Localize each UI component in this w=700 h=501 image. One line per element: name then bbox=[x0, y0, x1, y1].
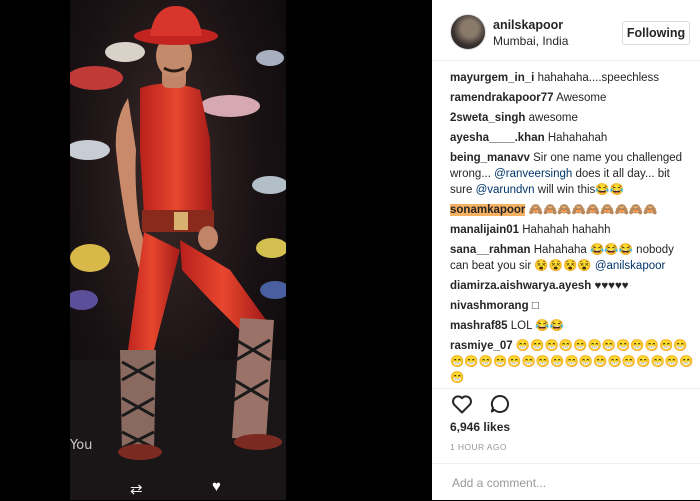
comment-input[interactable] bbox=[450, 473, 684, 493]
comment-text: 🙈🙈🙈🙈🙈🙈🙈🙈🙈 bbox=[528, 204, 658, 216]
comment-text: LOL 😂😂 bbox=[510, 320, 564, 332]
comment-row: mayurgem_in_i hahahaha....speechless bbox=[450, 70, 695, 86]
comment-row: mashraf85 LOL 😂😂 bbox=[450, 318, 695, 334]
post-timestamp[interactable]: 1 HOUR AGO bbox=[450, 442, 507, 452]
comment-text: will win this😂😂 bbox=[534, 184, 624, 196]
comment-username[interactable]: being_manavv bbox=[450, 152, 530, 164]
comment-text: Hahahahah bbox=[547, 132, 608, 144]
comment-username[interactable]: rasmiye_07 bbox=[450, 340, 513, 352]
comment-text: □ bbox=[531, 300, 539, 312]
comments-list: mayurgem_in_i hahahaha....speechless rame… bbox=[450, 70, 695, 390]
repost-icon[interactable]: ⇄ bbox=[130, 480, 143, 498]
mention-link[interactable]: @ranveersingh bbox=[494, 168, 572, 180]
post-header: anilskapoor Mumbai, India Following bbox=[432, 0, 700, 61]
header-username[interactable]: anilskapoor bbox=[493, 18, 563, 32]
divider bbox=[432, 388, 700, 389]
photo-overlay-text: You bbox=[70, 438, 93, 453]
comment-username[interactable]: diamirza.aishwarya.ayesh bbox=[450, 280, 591, 292]
comment-username[interactable]: nivashmorang bbox=[450, 300, 529, 312]
comment-username[interactable]: mayurgem_in_i bbox=[450, 72, 534, 84]
comment-row: being_manavv Sir one name you challenged… bbox=[450, 150, 695, 198]
comment-text: awesome bbox=[528, 112, 578, 124]
comment-row: sonamkapoor 🙈🙈🙈🙈🙈🙈🙈🙈🙈 bbox=[450, 202, 695, 218]
comment-text: Hahahah hahahh bbox=[522, 224, 611, 236]
comment-text: hahahaha....speechless bbox=[537, 72, 660, 84]
comment-username[interactable]: mashraf85 bbox=[450, 320, 508, 332]
speech-bubble-icon[interactable] bbox=[488, 392, 512, 416]
comment-username[interactable]: ayesha____.khan bbox=[450, 132, 545, 144]
avatar[interactable] bbox=[450, 14, 486, 50]
comment-username[interactable]: ramendrakapoor77 bbox=[450, 92, 554, 104]
comment-text: ♥♥♥♥♥ bbox=[594, 280, 629, 292]
comment-username[interactable]: manalijain01 bbox=[450, 224, 519, 236]
photo-illustration bbox=[70, 0, 286, 500]
post-photo[interactable]: You ⇄ ♥ bbox=[70, 0, 286, 500]
mention-link[interactable]: @anilskapoor bbox=[595, 260, 666, 272]
comment-row: rasmiye_07 😁😁😁😁😁😁😁😁😁😁😁😁😁😁😁😁😁😁😁😁😁😁😁😁😁😁😁😁😁… bbox=[450, 338, 695, 386]
comment-row: diamirza.aishwarya.ayesh ♥♥♥♥♥ bbox=[450, 278, 695, 294]
comment-text: Awesome bbox=[556, 92, 607, 104]
comment-row: ayesha____.khan Hahahahah bbox=[450, 130, 695, 146]
header-location[interactable]: Mumbai, India bbox=[493, 34, 568, 48]
following-button[interactable]: Following bbox=[622, 21, 690, 45]
mention-link[interactable]: @varundvn bbox=[476, 184, 535, 196]
comment-row: nivashmorang □ bbox=[450, 298, 695, 314]
action-bar bbox=[450, 392, 522, 416]
heart-overlay-icon[interactable]: ♥ bbox=[212, 478, 221, 495]
comment-row: manalijain01 Hahahah hahahh bbox=[450, 222, 695, 238]
heart-outline-icon[interactable] bbox=[450, 392, 474, 416]
comment-row: 2sweta_singh awesome bbox=[450, 110, 695, 126]
comment-bar bbox=[432, 463, 700, 501]
comment-row: ramendrakapoor77 Awesome bbox=[450, 90, 695, 106]
post-sidebar: anilskapoor Mumbai, India Following mayu… bbox=[432, 0, 700, 500]
comment-username[interactable]: sonamkapoor bbox=[450, 204, 526, 216]
comment-row: sana__rahman Hahahaha 😂😂😂 nobody can bea… bbox=[450, 242, 695, 274]
comment-username[interactable]: sana__rahman bbox=[450, 244, 531, 256]
likes-count[interactable]: 6,946 likes bbox=[450, 420, 510, 434]
comment-username[interactable]: 2sweta_singh bbox=[450, 112, 525, 124]
